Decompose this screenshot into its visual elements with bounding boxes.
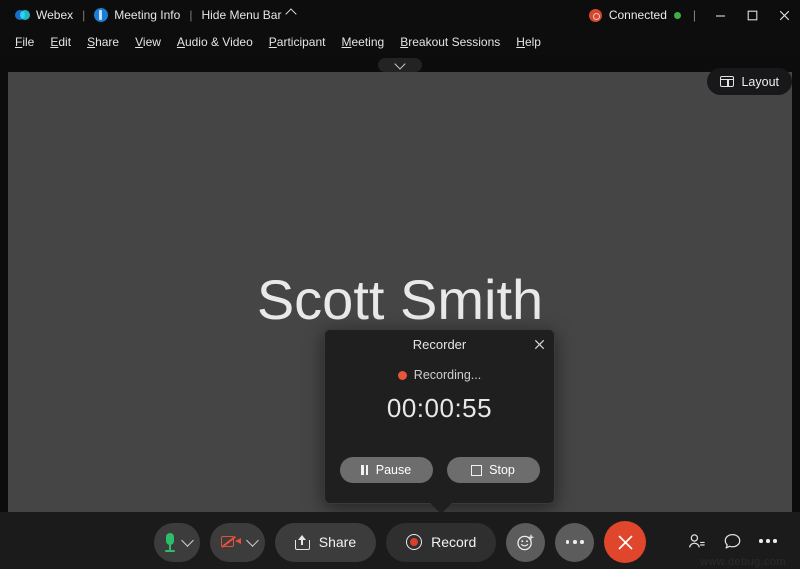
meeting-controls-bar: Share Record www.debug.com <box>0 512 800 569</box>
menu-bar: File Edit Share View Audio & Video Parti… <box>0 30 800 55</box>
recorder-timer: 00:00:55 <box>386 393 493 423</box>
meeting-info-button[interactable]: Meeting Info <box>87 4 187 26</box>
menu-participant-accel: P <box>268 35 277 49</box>
menu-help-rest: elp <box>524 35 541 49</box>
menu-help-accel: H <box>516 35 525 49</box>
recording-dot-icon <box>397 370 407 380</box>
menu-file-rest: ile <box>22 35 35 49</box>
record-icon <box>406 534 423 550</box>
stop-square-icon <box>471 464 483 476</box>
share-label: Share <box>318 534 357 550</box>
connection-quality-dot-icon <box>673 11 681 19</box>
title-bar-right-group: Connected | <box>588 0 800 30</box>
layout-button[interactable]: Layout <box>707 68 792 95</box>
minimize-button[interactable] <box>704 0 736 30</box>
menu-share-accel: S <box>87 35 96 49</box>
app-name-label: Webex <box>36 8 74 22</box>
webex-brand: Webex <box>8 4 80 26</box>
menu-item-participant[interactable]: Participant <box>261 32 334 53</box>
menu-item-help[interactable]: Help <box>508 32 549 53</box>
menu-meeting-rest: eeting <box>351 35 385 49</box>
menu-audio-rest: udio & Video <box>184 35 253 49</box>
pause-icon <box>361 465 369 475</box>
end-meeting-button[interactable] <box>604 521 647 563</box>
microphone-control[interactable] <box>153 522 200 562</box>
titlebar-divider: | <box>692 8 696 22</box>
menu-item-share[interactable]: Share <box>79 32 127 53</box>
recorder-pause-label: Pause <box>375 463 412 477</box>
camera-options-chevron-down-icon[interactable] <box>245 533 259 547</box>
more-right-button[interactable] <box>750 526 786 556</box>
connection-status-label: Connected <box>608 8 667 22</box>
menu-item-audio-video[interactable]: Audio & Video <box>169 32 261 53</box>
share-button[interactable]: Share <box>274 522 377 562</box>
watermark: www.debug.com <box>700 556 786 568</box>
camera-off-icon <box>220 535 241 549</box>
menu-breakout-rest: reakout Sessions <box>408 35 501 49</box>
layout-grid-icon <box>720 76 735 87</box>
active-speaker-name: Scott Smith <box>256 268 544 331</box>
secondary-controls-group <box>678 526 786 556</box>
menu-item-file[interactable]: File <box>7 32 42 53</box>
menu-view-rest: iew <box>142 35 161 49</box>
camera-control[interactable] <box>209 522 265 562</box>
chevron-up-icon <box>285 8 298 20</box>
chat-button[interactable] <box>714 526 750 556</box>
webex-meeting-window: Webex | Meeting Info | Hide Menu Bar Con… <box>0 0 800 569</box>
menu-item-edit[interactable]: Edit <box>42 32 79 53</box>
share-upload-icon <box>294 535 310 550</box>
record-label: Record <box>431 534 477 550</box>
menu-audio-accel: A <box>176 35 185 49</box>
recorder-stop-label: Stop <box>489 463 515 477</box>
recorder-status: Recording... <box>325 368 554 382</box>
recording-indicator-icon <box>588 8 602 22</box>
menu-view-accel: V <box>135 35 143 49</box>
recorder-dialog: Recorder Recording... 00:00:55 Pause Sto… <box>324 329 555 514</box>
recorder-title: Recorder <box>412 337 467 352</box>
connection-status[interactable]: Connected <box>588 8 685 22</box>
menu-participant-rest: articipant <box>276 35 326 49</box>
meeting-info-label: Meeting Info <box>114 8 181 22</box>
more-horizontal-icon <box>565 540 584 544</box>
recorder-actions: Pause Stop <box>325 457 554 483</box>
info-shield-icon <box>94 8 109 22</box>
more-options-button[interactable] <box>555 522 595 562</box>
title-bar: Webex | Meeting Info | Hide Menu Bar Con… <box>0 0 800 30</box>
menu-item-view[interactable]: View <box>127 32 169 53</box>
menu-item-meeting[interactable]: Meeting <box>334 32 393 53</box>
hide-menu-bar-button[interactable]: Hide Menu Bar <box>194 4 302 26</box>
reactions-button[interactable] <box>506 522 546 562</box>
maximize-button[interactable] <box>736 0 768 30</box>
layout-label: Layout <box>741 74 779 89</box>
menu-meeting-accel: M <box>341 35 352 49</box>
recorder-close-button[interactable] <box>530 335 548 353</box>
participants-button[interactable] <box>678 526 714 556</box>
title-bar-left-group: Webex | Meeting Info | Hide Menu Bar <box>0 4 302 26</box>
title-separator-1: | <box>82 8 86 22</box>
chevron-down-icon <box>394 57 406 70</box>
record-button[interactable]: Record <box>386 522 497 562</box>
more-horizontal-icon <box>759 539 777 543</box>
recorder-stop-button[interactable]: Stop <box>446 457 540 483</box>
close-button[interactable] <box>768 0 800 30</box>
collapse-panel-toggle[interactable] <box>378 57 422 72</box>
microphone-icon <box>165 532 176 552</box>
menu-item-breakout-sessions[interactable]: Breakout Sessions <box>392 32 508 53</box>
recorder-pause-button[interactable]: Pause <box>339 457 433 483</box>
microphone-options-chevron-down-icon[interactable] <box>180 533 194 547</box>
webex-logo-icon <box>15 8 30 23</box>
menu-edit-rest: dit <box>58 35 72 49</box>
title-separator-2: | <box>189 8 193 22</box>
recorder-status-label: Recording... <box>413 368 482 382</box>
hide-menu-bar-label: Hide Menu Bar <box>201 8 282 22</box>
menu-share-rest: hare <box>95 35 120 49</box>
